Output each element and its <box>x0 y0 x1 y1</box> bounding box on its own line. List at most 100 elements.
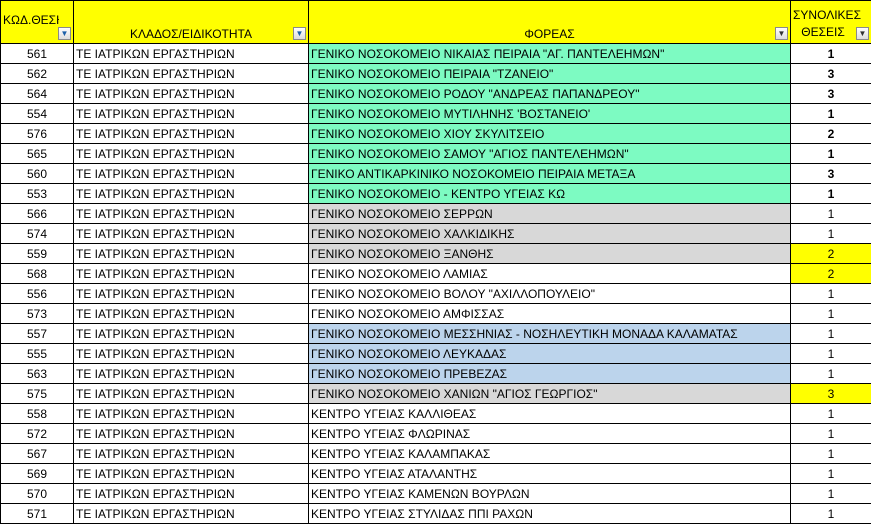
cell-total[interactable]: 1 <box>791 404 871 424</box>
cell-agency[interactable]: ΚΕΝΤΡΟ ΥΓΕΙΑΣ ΚΑΛΑΜΠΑΚΑΣ <box>309 444 791 464</box>
table-row[interactable]: 562ΤΕ ΙΑΤΡΙΚΩΝ ΕΡΓΑΣΤΗΡΙΩΝΓΕΝΙΚΟ ΝΟΣΟΚΟΜ… <box>1 64 871 84</box>
cell-agency[interactable]: ΓΕΝΙΚΟ ΝΟΣΟΚΟΜΕΙΟ ΧΑΝΙΩΝ "ΑΓΙΟΣ ΓΕΩΡΓΙΟΣ… <box>309 384 791 404</box>
cell-total[interactable]: 1 <box>791 304 871 324</box>
cell-agency[interactable]: ΓΕΝΙΚΟ ΝΟΣΟΚΟΜΕΙΟ ΝΙΚΑΙΑΣ ΠΕΙΡΑΙΑ "ΑΓ. Π… <box>309 44 791 64</box>
cell-agency[interactable]: ΓΕΝΙΚΟ ΝΟΣΟΚΟΜΕΙΟ ΒΟΛΟΥ "ΑΧΙΛΛΟΠΟΥΛΕΙΟ" <box>309 284 791 304</box>
cell-branch[interactable]: ΤΕ ΙΑΤΡΙΚΩΝ ΕΡΓΑΣΤΗΡΙΩΝ <box>74 124 309 144</box>
table-row[interactable]: 567ΤΕ ΙΑΤΡΙΚΩΝ ΕΡΓΑΣΤΗΡΙΩΝΚΕΝΤΡΟ ΥΓΕΙΑΣ … <box>1 444 871 464</box>
cell-branch[interactable]: ΤΕ ΙΑΤΡΙΚΩΝ ΕΡΓΑΣΤΗΡΙΩΝ <box>74 364 309 384</box>
cell-branch[interactable]: ΤΕ ΙΑΤΡΙΚΩΝ ΕΡΓΑΣΤΗΡΙΩΝ <box>74 264 309 284</box>
cell-branch[interactable]: ΤΕ ΙΑΤΡΙΚΩΝ ΕΡΓΑΣΤΗΡΙΩΝ <box>74 464 309 484</box>
cell-total[interactable]: 1 <box>791 344 871 364</box>
table-row[interactable]: 564ΤΕ ΙΑΤΡΙΚΩΝ ΕΡΓΑΣΤΗΡΙΩΝΓΕΝΙΚΟ ΝΟΣΟΚΟΜ… <box>1 84 871 104</box>
cell-branch[interactable]: ΤΕ ΙΑΤΡΙΚΩΝ ΕΡΓΑΣΤΗΡΙΩΝ <box>74 224 309 244</box>
cell-total[interactable]: 2 <box>791 124 871 144</box>
cell-agency[interactable]: ΓΕΝΙΚΟ ΝΟΣΟΚΟΜΕΙΟ - ΚΕΝΤΡΟ ΥΓΕΙΑΣ ΚΩ <box>309 184 791 204</box>
cell-branch[interactable]: ΤΕ ΙΑΤΡΙΚΩΝ ΕΡΓΑΣΤΗΡΙΩΝ <box>74 64 309 84</box>
cell-branch[interactable]: ΤΕ ΙΑΤΡΙΚΩΝ ΕΡΓΑΣΤΗΡΙΩΝ <box>74 384 309 404</box>
table-row[interactable]: 574ΤΕ ΙΑΤΡΙΚΩΝ ΕΡΓΑΣΤΗΡΙΩΝΓΕΝΙΚΟ ΝΟΣΟΚΟΜ… <box>1 224 871 244</box>
cell-code[interactable]: 569 <box>1 464 74 484</box>
cell-code[interactable]: 572 <box>1 424 74 444</box>
cell-total[interactable]: 3 <box>791 84 871 104</box>
cell-agency[interactable]: ΓΕΝΙΚΟ ΝΟΣΟΚΟΜΕΙΟ ΜΥΤΙΛΗΝΗΣ 'ΒΟΣΤΑΝΕΙΟ' <box>309 104 791 124</box>
cell-code[interactable]: 573 <box>1 304 74 324</box>
cell-code[interactable]: 559 <box>1 244 74 264</box>
dropdown-arrow-icon[interactable]: ▼ <box>856 27 869 40</box>
cell-agency[interactable]: ΚΕΝΤΡΟ ΥΓΕΙΑΣ ΦΛΩΡΙΝΑΣ <box>309 424 791 444</box>
cell-agency[interactable]: ΓΕΝΙΚΟ ΝΟΣΟΚΟΜΕΙΟ ΣΕΡΡΩΝ <box>309 204 791 224</box>
cell-code[interactable]: 568 <box>1 264 74 284</box>
table-row[interactable]: 572ΤΕ ΙΑΤΡΙΚΩΝ ΕΡΓΑΣΤΗΡΙΩΝΚΕΝΤΡΟ ΥΓΕΙΑΣ … <box>1 424 871 444</box>
cell-agency[interactable]: ΓΕΝΙΚΟ ΝΟΣΟΚΟΜΕΙΟ ΠΕΙΡΑΙΑ "ΤΖΑΝΕΙΟ" <box>309 64 791 84</box>
cell-total[interactable]: 1 <box>791 464 871 484</box>
cell-agency[interactable]: ΓΕΝΙΚΟ ΝΟΣΟΚΟΜΕΙΟ ΞΑΝΘΗΣ <box>309 244 791 264</box>
cell-code[interactable]: 575 <box>1 384 74 404</box>
cell-branch[interactable]: ΤΕ ΙΑΤΡΙΚΩΝ ΕΡΓΑΣΤΗΡΙΩΝ <box>74 284 309 304</box>
cell-agency[interactable]: ΚΕΝΤΡΟ ΥΓΕΙΑΣ ΚΑΛΛΙΘΕΑΣ <box>309 404 791 424</box>
cell-agency[interactable]: ΓΕΝΙΚΟ ΝΟΣΟΚΟΜΕΙΟ ΛΕΥΚΑΔΑΣ <box>309 344 791 364</box>
cell-agency[interactable]: ΓΕΝΙΚΟ ΝΟΣΟΚΟΜΕΙΟ ΠΡΕΒΕΖΑΣ <box>309 364 791 384</box>
cell-code[interactable]: 576 <box>1 124 74 144</box>
cell-branch[interactable]: ΤΕ ΙΑΤΡΙΚΩΝ ΕΡΓΑΣΤΗΡΙΩΝ <box>74 344 309 364</box>
cell-branch[interactable]: ΤΕ ΙΑΤΡΙΚΩΝ ΕΡΓΑΣΤΗΡΙΩΝ <box>74 144 309 164</box>
table-row[interactable]: 559ΤΕ ΙΑΤΡΙΚΩΝ ΕΡΓΑΣΤΗΡΙΩΝΓΕΝΙΚΟ ΝΟΣΟΚΟΜ… <box>1 244 871 264</box>
cell-code[interactable]: 556 <box>1 284 74 304</box>
cell-code[interactable]: 565 <box>1 144 74 164</box>
cell-branch[interactable]: ΤΕ ΙΑΤΡΙΚΩΝ ΕΡΓΑΣΤΗΡΙΩΝ <box>74 304 309 324</box>
cell-total[interactable]: 1 <box>791 364 871 384</box>
table-row[interactable]: 573ΤΕ ΙΑΤΡΙΚΩΝ ΕΡΓΑΣΤΗΡΙΩΝΓΕΝΙΚΟ ΝΟΣΟΚΟΜ… <box>1 304 871 324</box>
table-row[interactable]: 560ΤΕ ΙΑΤΡΙΚΩΝ ΕΡΓΑΣΤΗΡΙΩΝΓΕΝΙΚΟ ΑΝΤΙΚΑΡ… <box>1 164 871 184</box>
cell-branch[interactable]: ΤΕ ΙΑΤΡΙΚΩΝ ΕΡΓΑΣΤΗΡΙΩΝ <box>74 244 309 264</box>
cell-code[interactable]: 558 <box>1 404 74 424</box>
cell-branch[interactable]: ΤΕ ΙΑΤΡΙΚΩΝ ΕΡΓΑΣΤΗΡΙΩΝ <box>74 84 309 104</box>
table-row[interactable]: 555ΤΕ ΙΑΤΡΙΚΩΝ ΕΡΓΑΣΤΗΡΙΩΝΓΕΝΙΚΟ ΝΟΣΟΚΟΜ… <box>1 344 871 364</box>
table-row[interactable]: 568ΤΕ ΙΑΤΡΙΚΩΝ ΕΡΓΑΣΤΗΡΙΩΝΓΕΝΙΚΟ ΝΟΣΟΚΟΜ… <box>1 264 871 284</box>
cell-code[interactable]: 570 <box>1 484 74 504</box>
header-agency[interactable]: ΦΟΡΕΑΣ ▼ <box>309 1 791 44</box>
cell-total[interactable]: 1 <box>791 184 871 204</box>
cell-code[interactable]: 561 <box>1 44 74 64</box>
cell-code[interactable]: 560 <box>1 164 74 184</box>
table-row[interactable]: 563ΤΕ ΙΑΤΡΙΚΩΝ ΕΡΓΑΣΤΗΡΙΩΝΓΕΝΙΚΟ ΝΟΣΟΚΟΜ… <box>1 364 871 384</box>
table-row[interactable]: 565ΤΕ ΙΑΤΡΙΚΩΝ ΕΡΓΑΣΤΗΡΙΩΝΓΕΝΙΚΟ ΝΟΣΟΚΟΜ… <box>1 144 871 164</box>
cell-total[interactable]: 2 <box>791 264 871 284</box>
cell-branch[interactable]: ΤΕ ΙΑΤΡΙΚΩΝ ΕΡΓΑΣΤΗΡΙΩΝ <box>74 204 309 224</box>
table-row[interactable]: 557ΤΕ ΙΑΤΡΙΚΩΝ ΕΡΓΑΣΤΗΡΙΩΝΓΕΝΙΚΟ ΝΟΣΟΚΟΜ… <box>1 324 871 344</box>
cell-agency[interactable]: ΓΕΝΙΚΟ ΝΟΣΟΚΟΜΕΙΟ ΧΑΛΚΙΔΙΚΗΣ <box>309 224 791 244</box>
cell-agency[interactable]: ΓΕΝΙΚΟ ΝΟΣΟΚΟΜΕΙΟ ΧΙΟΥ ΣΚΥΛΙΤΣΕΙΟ <box>309 124 791 144</box>
cell-branch[interactable]: ΤΕ ΙΑΤΡΙΚΩΝ ΕΡΓΑΣΤΗΡΙΩΝ <box>74 104 309 124</box>
cell-code[interactable]: 562 <box>1 64 74 84</box>
cell-total[interactable]: 3 <box>791 384 871 404</box>
table-row[interactable]: 576ΤΕ ΙΑΤΡΙΚΩΝ ΕΡΓΑΣΤΗΡΙΩΝΓΕΝΙΚΟ ΝΟΣΟΚΟΜ… <box>1 124 871 144</box>
header-total[interactable]: ΣΥΝΟΛΙΚΕΣ ΘΕΣΕΙΣ ▼ <box>791 1 871 44</box>
cell-total[interactable]: 2 <box>791 244 871 264</box>
cell-agency[interactable]: ΓΕΝΙΚΟ ΝΟΣΟΚΟΜΕΙΟ ΜΕΣΣΗΝΙΑΣ - ΝΟΣΗΛΕΥΤΙΚ… <box>309 324 791 344</box>
table-row[interactable]: 554ΤΕ ΙΑΤΡΙΚΩΝ ΕΡΓΑΣΤΗΡΙΩΝΓΕΝΙΚΟ ΝΟΣΟΚΟΜ… <box>1 104 871 124</box>
table-row[interactable]: 575ΤΕ ΙΑΤΡΙΚΩΝ ΕΡΓΑΣΤΗΡΙΩΝΓΕΝΙΚΟ ΝΟΣΟΚΟΜ… <box>1 384 871 404</box>
cell-total[interactable]: 1 <box>791 484 871 504</box>
cell-agency[interactable]: ΓΕΝΙΚΟ ΝΟΣΟΚΟΜΕΙΟ ΣΑΜΟΥ "ΑΓΙΟΣ ΠΑΝΤΕΛΕΗΜ… <box>309 144 791 164</box>
table-row[interactable]: 570ΤΕ ΙΑΤΡΙΚΩΝ ΕΡΓΑΣΤΗΡΙΩΝΚΕΝΤΡΟ ΥΓΕΙΑΣ … <box>1 484 871 504</box>
cell-total[interactable]: 1 <box>791 44 871 64</box>
funnel-filter-icon[interactable]: ▼ <box>58 27 71 40</box>
table-row[interactable]: 566ΤΕ ΙΑΤΡΙΚΩΝ ΕΡΓΑΣΤΗΡΙΩΝΓΕΝΙΚΟ ΝΟΣΟΚΟΜ… <box>1 204 871 224</box>
header-code[interactable]: ΚΩΔ.ΘΕΣΗΣ ▼ <box>1 1 74 44</box>
table-row[interactable]: 556ΤΕ ΙΑΤΡΙΚΩΝ ΕΡΓΑΣΤΗΡΙΩΝΓΕΝΙΚΟ ΝΟΣΟΚΟΜ… <box>1 284 871 304</box>
dropdown-arrow-icon[interactable]: ▼ <box>775 27 788 40</box>
cell-total[interactable]: 1 <box>791 144 871 164</box>
cell-total[interactable]: 1 <box>791 104 871 124</box>
cell-agency[interactable]: ΓΕΝΙΚΟ ΑΝΤΙΚΑΡΚΙΝΙΚΟ ΝΟΣΟΚΟΜΕΙΟ ΠΕΙΡΑΙΑ … <box>309 164 791 184</box>
cell-agency[interactable]: ΚΕΝΤΡΟ ΥΓΕΙΑΣ ΚΑΜΕΝΩΝ ΒΟΥΡΛΩΝ <box>309 484 791 504</box>
cell-total[interactable]: 3 <box>791 164 871 184</box>
cell-total[interactable]: 1 <box>791 324 871 344</box>
funnel-filter-icon[interactable]: ▼ <box>293 27 306 40</box>
cell-code[interactable]: 563 <box>1 364 74 384</box>
cell-agency[interactable]: ΓΕΝΙΚΟ ΝΟΣΟΚΟΜΕΙΟ ΡΟΔΟΥ "ΑΝΔΡΕΑΣ ΠΑΠΑΝΔΡ… <box>309 84 791 104</box>
cell-branch[interactable]: ΤΕ ΙΑΤΡΙΚΩΝ ΕΡΓΑΣΤΗΡΙΩΝ <box>74 324 309 344</box>
table-row[interactable]: 558ΤΕ ΙΑΤΡΙΚΩΝ ΕΡΓΑΣΤΗΡΙΩΝΚΕΝΤΡΟ ΥΓΕΙΑΣ … <box>1 404 871 424</box>
cell-total[interactable]: 3 <box>791 64 871 84</box>
cell-agency[interactable]: ΓΕΝΙΚΟ ΝΟΣΟΚΟΜΕΙΟ ΑΜΦΙΣΣΑΣ <box>309 304 791 324</box>
cell-branch[interactable]: ΤΕ ΙΑΤΡΙΚΩΝ ΕΡΓΑΣΤΗΡΙΩΝ <box>74 404 309 424</box>
cell-branch[interactable]: ΤΕ ΙΑΤΡΙΚΩΝ ΕΡΓΑΣΤΗΡΙΩΝ <box>74 444 309 464</box>
cell-code[interactable]: 567 <box>1 444 74 464</box>
